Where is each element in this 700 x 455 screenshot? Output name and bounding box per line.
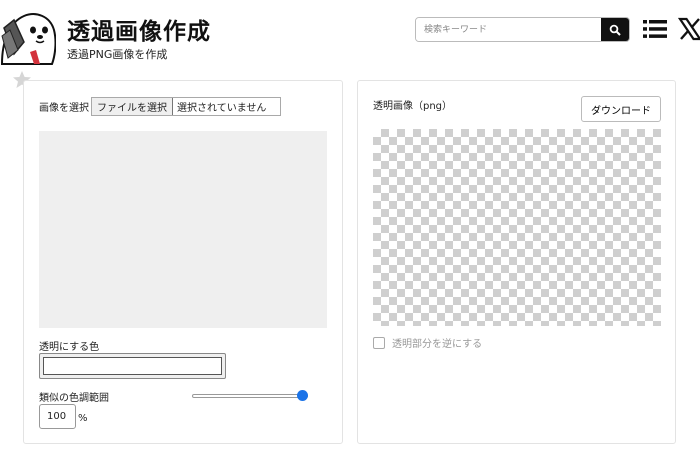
- list-menu-icon[interactable]: [643, 19, 667, 39]
- color-range-slider[interactable]: [192, 390, 308, 402]
- page-subtitle: 透過PNG画像を作成: [67, 48, 168, 61]
- similar-color-range-label: 類似の色調範囲: [39, 393, 109, 404]
- color-swatch: [43, 357, 222, 375]
- otter-mascot-logo[interactable]: [0, 6, 56, 66]
- input-panel: 画像を選択 ファイルを選択 選択されていません 透明にする色 類似の色調範囲 1…: [23, 80, 343, 444]
- search-icon: [609, 24, 621, 36]
- range-unit: %: [78, 413, 88, 424]
- invert-transparency-option[interactable]: 透明部分を逆にする: [373, 335, 482, 350]
- range-value-row: 100 %: [39, 404, 88, 429]
- page-title: 透過画像作成: [67, 19, 211, 45]
- transparent-image-preview: [373, 129, 661, 326]
- file-select-row: 画像を選択 ファイルを選択 選択されていません: [39, 97, 282, 116]
- download-button[interactable]: ダウンロード: [581, 96, 661, 122]
- search-input[interactable]: [416, 18, 601, 41]
- choose-file-button[interactable]: ファイルを選択: [92, 98, 173, 115]
- transparent-color-label: 透明にする色: [39, 342, 100, 353]
- slider-thumb[interactable]: [297, 390, 308, 401]
- file-input[interactable]: ファイルを選択 選択されていません: [91, 97, 282, 116]
- transparent-color-picker[interactable]: [39, 353, 226, 379]
- file-select-label: 画像を選択: [39, 103, 89, 114]
- output-label: 透明画像（png）: [373, 101, 453, 112]
- search-button[interactable]: [601, 18, 629, 41]
- range-number-input[interactable]: 100: [39, 404, 76, 429]
- search-box: [415, 17, 630, 42]
- file-status-text: 選択されていません: [177, 103, 267, 114]
- output-panel: 透明画像（png） ダウンロード 透明部分を逆にする: [357, 80, 676, 444]
- x-logo-icon[interactable]: [678, 17, 700, 41]
- slider-track: [192, 394, 308, 398]
- invert-checkbox[interactable]: [373, 336, 385, 349]
- source-image-preview: [39, 131, 327, 328]
- invert-label: 透明部分を逆にする: [392, 339, 483, 350]
